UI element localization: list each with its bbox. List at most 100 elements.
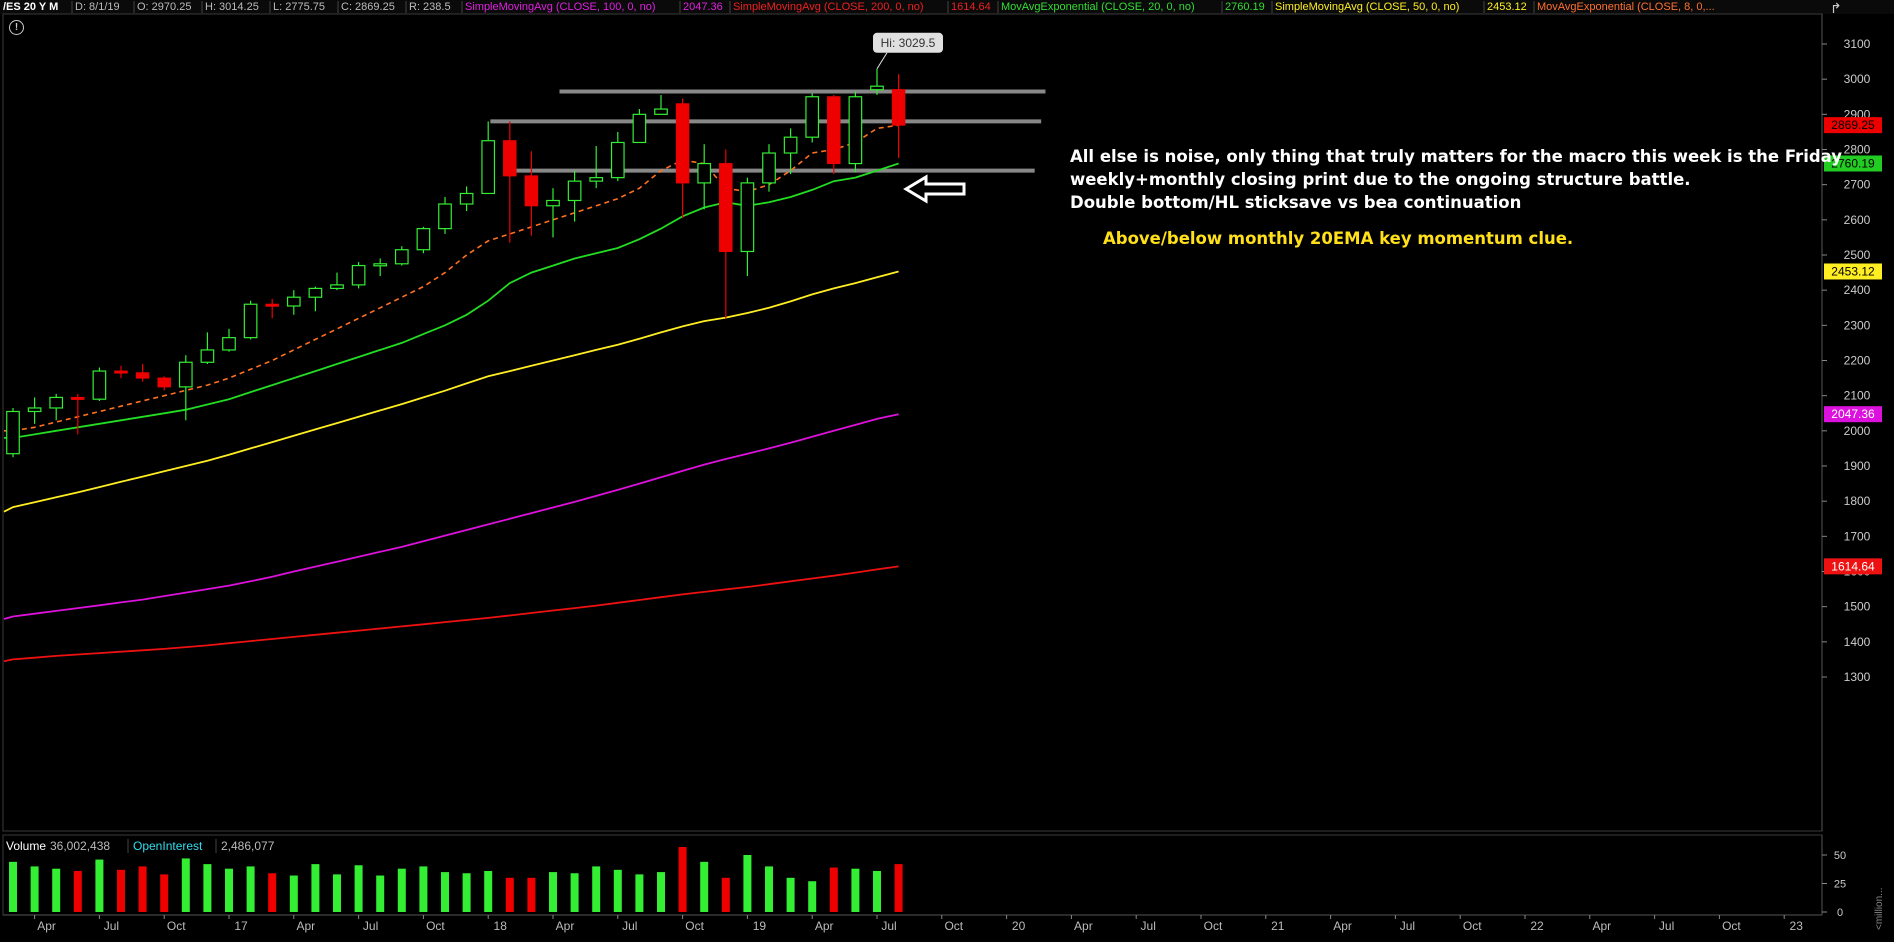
volume-bar[interactable] (181, 858, 190, 912)
volume-bar[interactable] (52, 868, 61, 912)
volume-bar[interactable] (873, 870, 881, 912)
candle-body-up[interactable] (632, 113, 647, 144)
candle-body-up[interactable] (178, 361, 193, 388)
volume-bar[interactable] (354, 865, 363, 912)
volume-bar[interactable] (743, 855, 752, 912)
volume-bar[interactable] (203, 864, 212, 912)
x-tick-label: 20 (1012, 919, 1026, 933)
candle-body-up[interactable] (438, 203, 452, 230)
candle-body-up[interactable] (286, 296, 301, 307)
candle-body-down[interactable] (135, 372, 150, 379)
candle-body-up[interactable] (697, 162, 712, 184)
candle-body-up[interactable] (49, 396, 64, 409)
header-item: MovAvgExponential (CLOSE, 20, 0, no) (1001, 1, 1195, 13)
candle-body-up[interactable] (762, 152, 776, 184)
candle-body-up[interactable] (200, 349, 215, 363)
candle-body-up[interactable] (373, 263, 388, 267)
volume-bar[interactable] (635, 874, 644, 912)
candle-body-up[interactable] (589, 177, 604, 182)
candle-body-down[interactable] (891, 89, 906, 126)
volume-bar[interactable] (397, 868, 406, 912)
candle-body-up[interactable] (243, 303, 258, 339)
candle-body-down[interactable] (827, 96, 841, 165)
candle-body-up[interactable] (654, 108, 668, 115)
candle-body-up[interactable] (481, 140, 496, 195)
x-tick-label: Jul (1141, 919, 1156, 933)
candle-body-down[interactable] (503, 140, 517, 177)
volume-bar[interactable] (894, 864, 903, 912)
candle-body-up[interactable] (416, 228, 431, 251)
volume-bar[interactable] (138, 866, 147, 912)
volume-bar[interactable] (73, 870, 82, 912)
volume-bar[interactable] (678, 847, 687, 912)
volume-bar[interactable] (289, 875, 298, 912)
volume-bar[interactable] (376, 875, 385, 912)
volume-bar[interactable] (592, 866, 601, 912)
info-icon[interactable]: ! (9, 20, 24, 35)
volume-bar[interactable] (808, 881, 817, 912)
candle-body-up[interactable] (92, 370, 107, 400)
price-chart[interactable]: /ES 20 Y M D: 8/1/19 O: 2970.25 H: 3014.25 L… (0, 0, 1894, 937)
candle-body-down[interactable] (71, 396, 85, 400)
header-item: SimpleMovingAvg (CLOSE, 100, 0, no) (465, 1, 656, 13)
volume-bar[interactable] (441, 872, 449, 912)
candle-body-down[interactable] (157, 377, 171, 388)
x-tick-label: Apr (1592, 919, 1611, 933)
candle-body-down[interactable] (675, 103, 690, 184)
volume-bar[interactable] (527, 877, 536, 912)
candle-body-up[interactable] (546, 199, 560, 207)
volume-bar[interactable] (851, 868, 860, 912)
volume-bar[interactable] (721, 877, 730, 912)
volume-bar[interactable] (462, 873, 471, 912)
volume-bar[interactable] (333, 874, 341, 912)
volume-bar[interactable] (246, 866, 255, 912)
crosshair-tool-icon[interactable]: ↱ (1830, 0, 1850, 16)
volume-bar[interactable] (505, 877, 514, 912)
candle-body-up[interactable] (394, 249, 409, 265)
volume-bar[interactable] (657, 872, 665, 912)
header-item: 2453.12 (1487, 1, 1527, 13)
volume-bar[interactable] (829, 867, 838, 912)
candle-body-up[interactable] (6, 410, 20, 455)
x-tick-label: Apr (1074, 919, 1093, 933)
candle-body-up[interactable] (27, 407, 42, 413)
candle-body-up[interactable] (848, 96, 863, 165)
candle-body-up[interactable] (740, 182, 755, 253)
volume-bar[interactable] (613, 869, 622, 912)
volume-bar[interactable] (765, 866, 773, 912)
symbol-label: /ES 20 Y M (3, 1, 58, 13)
candle-body-down[interactable] (719, 163, 733, 252)
candle-body-up[interactable] (351, 264, 366, 286)
volume-bar[interactable] (419, 866, 428, 912)
candle-body-up[interactable] (870, 85, 884, 91)
volume-bar[interactable] (311, 864, 320, 912)
candle-body-up[interactable] (783, 136, 798, 154)
candle-body-up[interactable] (308, 287, 323, 298)
candle-body-up[interactable] (610, 141, 625, 179)
volume-bar[interactable] (225, 868, 233, 912)
candle-body-up[interactable] (459, 192, 474, 205)
candle-body-down[interactable] (265, 303, 279, 307)
volume-bar[interactable] (95, 859, 104, 912)
volume-bar[interactable] (484, 870, 493, 912)
candle-body-up[interactable] (567, 180, 582, 202)
volume-bar[interactable] (160, 874, 169, 912)
candle-body-up[interactable] (805, 96, 820, 138)
volume-bar[interactable] (786, 877, 795, 912)
analysis-note-line: weekly+monthly closing print due to the … (1070, 170, 1691, 189)
candle-body-down[interactable] (114, 370, 128, 374)
candle-body-up[interactable] (222, 337, 236, 351)
x-tick-label: 19 (753, 919, 767, 933)
candle-body-up[interactable] (330, 284, 344, 290)
volume-bar[interactable] (549, 872, 557, 912)
volume-bar[interactable] (30, 866, 39, 912)
volume-bar[interactable] (9, 861, 17, 912)
volume-bar[interactable] (268, 873, 277, 912)
volume-bar[interactable] (570, 873, 579, 912)
x-tick-label: 21 (1271, 919, 1285, 933)
candle-body-down[interactable] (524, 175, 539, 207)
volume-bar[interactable] (117, 869, 125, 912)
volume-bar[interactable] (700, 861, 709, 912)
x-tick-label: Jul (622, 919, 637, 933)
header-item: L: 2775.75 (273, 1, 325, 13)
